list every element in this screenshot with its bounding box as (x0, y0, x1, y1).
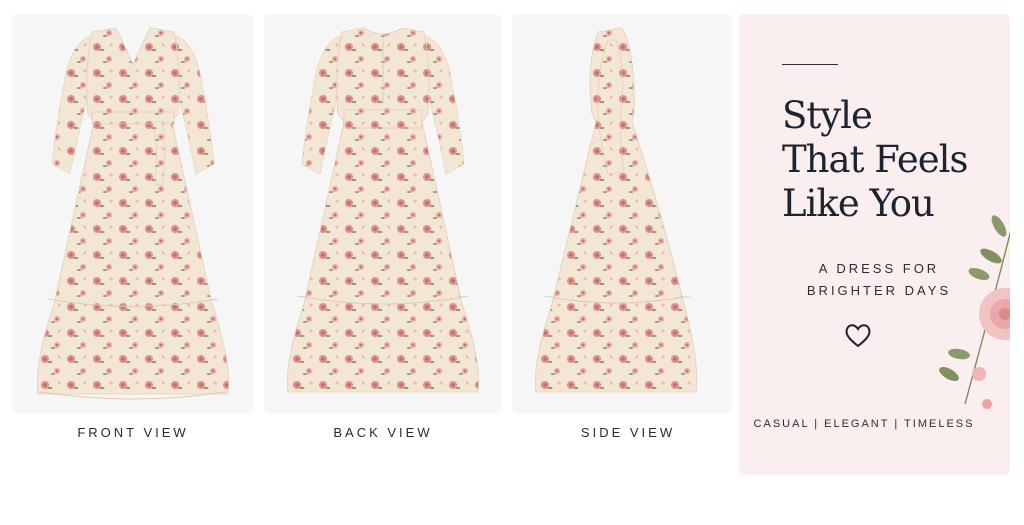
side-view-label: SIDE VIEW (580, 425, 676, 440)
dress-back-illustration (286, 27, 480, 393)
style-tags: CASUAL | ELEGANT | TIMELESS (753, 418, 975, 430)
heart-outline-icon (845, 324, 871, 348)
back-view-image (264, 14, 502, 414)
rose-branch-decoration (939, 215, 1010, 409)
promo-card: Style That Feels Like You A DRESS FOR BR… (739, 14, 1010, 475)
dress-side-illustration (534, 27, 698, 393)
headline-line-1: Style (782, 94, 873, 137)
front-view-image (12, 14, 254, 414)
decorative-rule (782, 64, 838, 65)
dress-front-illustration (36, 27, 230, 400)
front-view-label: FRONT VIEW (77, 425, 189, 440)
side-view-image (512, 14, 732, 414)
back-view-label: BACK VIEW (333, 425, 433, 440)
headline-line-2: That Feels (782, 138, 968, 181)
